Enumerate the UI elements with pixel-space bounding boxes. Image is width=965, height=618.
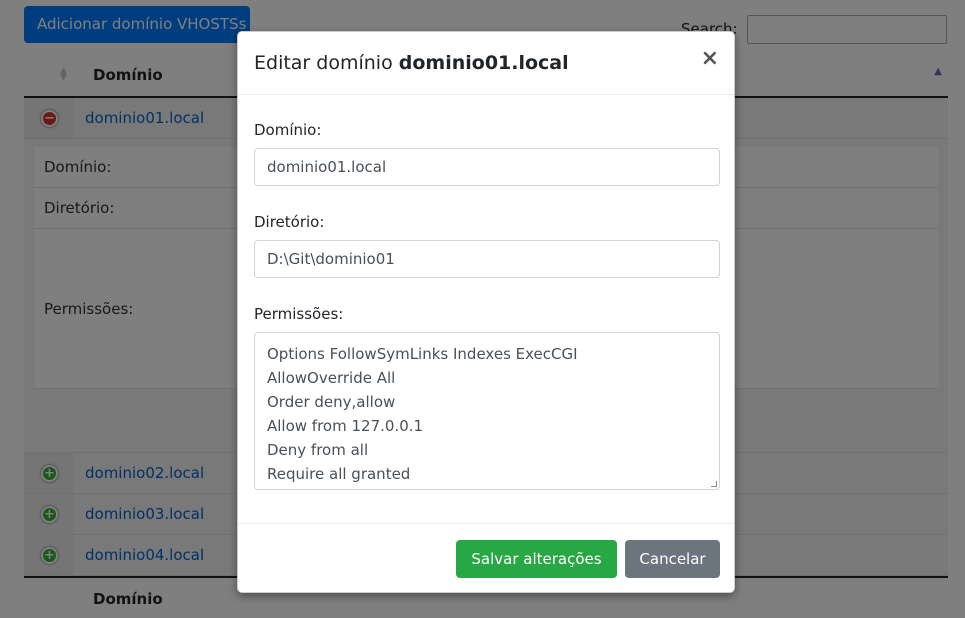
modal-header: Editar domínio dominio01.local × (238, 32, 734, 95)
permissions-textarea[interactable]: Options FollowSymLinks Indexes ExecCGI A… (254, 332, 720, 490)
cancel-button[interactable]: Cancelar (625, 540, 720, 578)
permissions-field-label: Permissões: (254, 305, 344, 323)
modal-body: Domínio: dominio01.local Diretório: D:\G… (238, 95, 734, 523)
domain-field-label: Domínio: (254, 121, 322, 139)
modal-title: Editar domínio dominio01.local (254, 52, 569, 74)
permissions-line: AllowOverride All (267, 369, 396, 387)
edit-domain-modal: Editar domínio dominio01.local × Domínio… (237, 31, 735, 593)
permissions-line: Require all granted (267, 465, 411, 483)
permissions-line: Options FollowSymLinks Indexes ExecCGI (267, 345, 578, 363)
permissions-line: Deny from all (267, 441, 369, 459)
domain-field[interactable]: dominio01.local (254, 148, 720, 186)
permissions-line: Allow from 127.0.0.1 (267, 417, 424, 435)
directory-field[interactable]: D:\Git\dominio01 (254, 240, 720, 278)
modal-title-prefix: Editar domínio (254, 52, 393, 74)
modal-footer: Salvar alterações Cancelar (238, 523, 734, 593)
directory-field-label: Diretório: (254, 213, 325, 231)
permissions-line: Order deny,allow (267, 393, 396, 411)
save-changes-button[interactable]: Salvar alterações (456, 540, 617, 578)
resize-handle-icon[interactable] (711, 481, 717, 487)
modal-title-domain: dominio01.local (398, 52, 569, 74)
close-icon[interactable]: × (701, 48, 719, 70)
